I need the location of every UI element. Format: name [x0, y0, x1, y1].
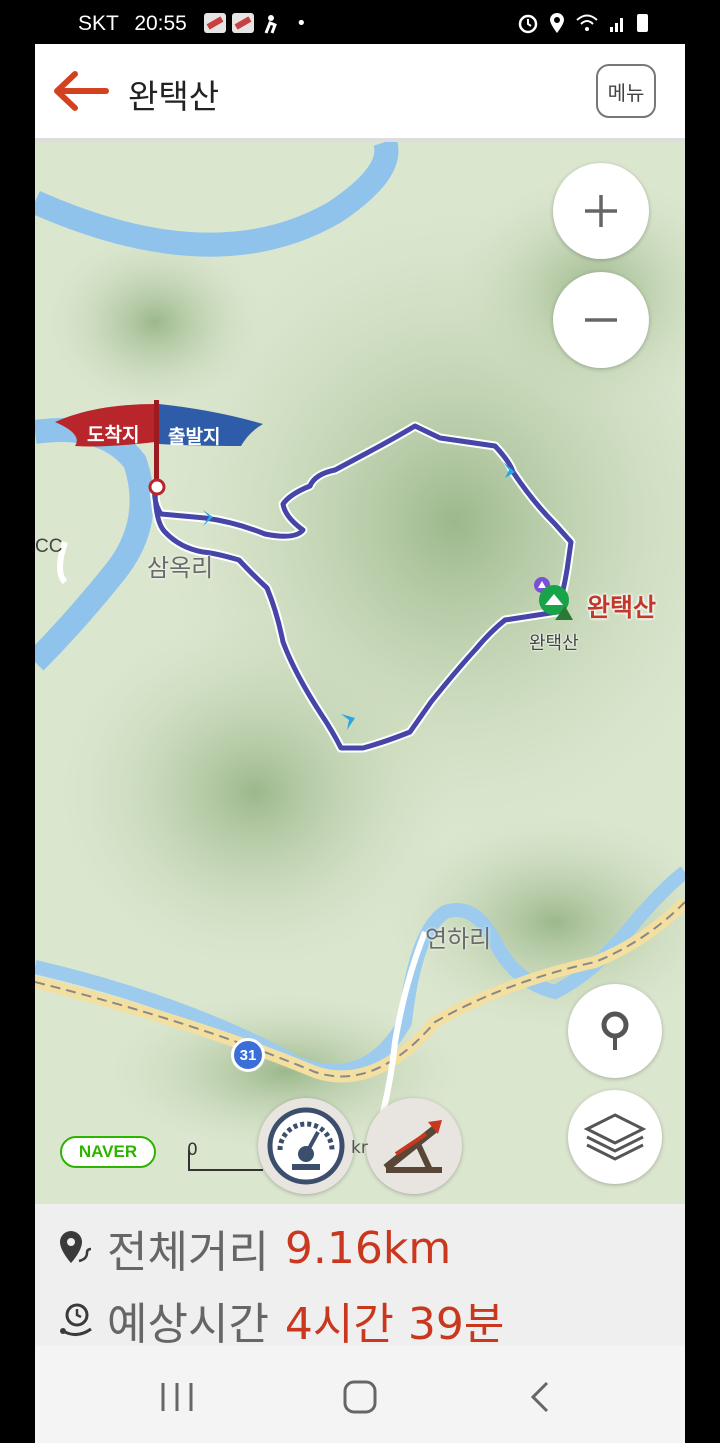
- slope-icon: [383, 1120, 442, 1173]
- time-row: 예상시간 4시간 39분: [57, 1288, 504, 1352]
- notification-dot: •: [296, 13, 307, 34]
- village-label-yeonha: 연하리: [425, 926, 492, 953]
- distance-label: 전체거리: [107, 1227, 269, 1278]
- signal-icon: [610, 18, 623, 32]
- map-view[interactable]: 도착지 출발지 완택산 완택산 삼옥리 연하리 CC 31 NAVER 0 kr: [35, 142, 685, 1204]
- app-header: 완택산 메뉴: [35, 44, 685, 142]
- clock-route-icon: [60, 1303, 92, 1336]
- speedometer-icon: [267, 1107, 345, 1185]
- summit-sub-label: 완택산: [529, 633, 579, 654]
- page-title: 완택산: [128, 77, 220, 116]
- time-label: 예상시간: [107, 1299, 269, 1350]
- plus-icon: [585, 195, 617, 227]
- status-system-icons: [517, 12, 648, 34]
- map-layers-button[interactable]: [568, 1090, 662, 1184]
- menu-button[interactable]: 메뉴: [596, 64, 656, 118]
- notification-app-icon: [232, 13, 254, 33]
- battery-icon: [637, 14, 648, 32]
- road-number-badge: 31: [231, 1038, 265, 1072]
- back-arrow-icon: [54, 71, 109, 111]
- location-icon: [550, 13, 564, 33]
- app-window: 완택산 메뉴 도착지 출발지 완택산 완택산 삼옥리 연하리 CC 31 NAV…: [35, 44, 685, 1443]
- naver-logo: NAVER: [60, 1136, 156, 1168]
- scale-line: [188, 1150, 263, 1171]
- route-info-panel: 전체거리 9.16km 예상시간 4시간 39분: [35, 1204, 685, 1350]
- village-label-samok: 삼옥리: [147, 555, 214, 582]
- distance-pin-icon: [60, 1231, 92, 1263]
- minus-icon: [585, 318, 617, 322]
- back-icon[interactable]: [523, 1377, 563, 1417]
- notification-hiker-icon: [264, 15, 277, 34]
- scale-end-label: kr: [351, 1138, 368, 1158]
- status-carrier: SKT: [78, 12, 119, 35]
- notification-app-icon: [204, 13, 226, 33]
- distance-row: 전체거리 9.16km: [57, 1216, 451, 1280]
- zoom-in-button[interactable]: [553, 163, 649, 259]
- status-time: 20:55: [134, 12, 187, 35]
- time-value: 4시간 39분: [284, 1299, 505, 1350]
- system-nav-bar: [35, 1346, 685, 1443]
- zoom-out-button[interactable]: [553, 272, 649, 368]
- status-bar: SKT 20:55 •: [0, 0, 720, 44]
- home-icon[interactable]: [340, 1377, 380, 1417]
- alarm-icon: [518, 14, 538, 34]
- wifi-icon: [576, 14, 598, 31]
- speedometer-button[interactable]: [258, 1098, 354, 1194]
- back-button[interactable]: [51, 70, 111, 112]
- summit-name: 완택산: [587, 593, 657, 622]
- recents-icon[interactable]: [157, 1377, 197, 1417]
- notification-icons: •: [204, 13, 307, 35]
- elevation-profile-button[interactable]: [366, 1098, 462, 1194]
- status-carrier-time: SKT 20:55: [78, 12, 187, 36]
- layers-icon: [583, 1113, 647, 1161]
- edge-place-label: CC: [35, 536, 63, 557]
- location-pin-icon: [601, 1011, 629, 1050]
- my-location-button[interactable]: [568, 984, 662, 1078]
- distance-value: 9.16km: [284, 1222, 452, 1274]
